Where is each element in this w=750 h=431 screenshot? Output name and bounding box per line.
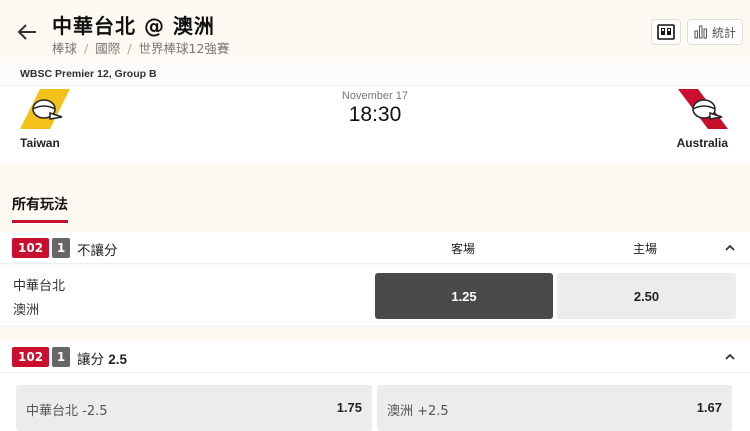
scoreboard-icon <box>657 24 675 40</box>
handicap-button-home[interactable]: 澳洲 +2.5 1.67 <box>377 385 732 431</box>
breadcrumb: 棒球 / 國際 / 世界棒球12強賽 <box>52 41 230 56</box>
column-label-home: 主場 <box>632 242 657 256</box>
league-name: WBSC Premier 12, Group B <box>0 62 750 86</box>
odds-value: 1.67 <box>696 400 722 415</box>
odds-value: 1.75 <box>336 400 362 415</box>
page-title: 中華台北 @ 澳洲 <box>52 14 215 38</box>
handicap-button-away[interactable]: 中華台北 -2.5 1.75 <box>16 385 372 431</box>
market-line-value: 2.5 <box>108 352 128 367</box>
market-title: 不讓分 <box>77 243 118 259</box>
breadcrumb-item-competition[interactable]: 世界棒球12強賽 <box>138 41 229 56</box>
tab-all-markets[interactable]: 所有玩法 <box>12 194 68 223</box>
column-label-away: 客場 <box>450 242 475 256</box>
chevron-up-icon[interactable] <box>724 242 736 254</box>
handicap-label: 澳洲 +2.5 <box>387 404 449 419</box>
match-date: November 17 <box>341 90 409 102</box>
market-title: 讓分 2.5 <box>77 348 127 368</box>
bar-chart-icon <box>694 25 707 39</box>
market-code-badge: 102 <box>12 347 50 367</box>
odds-value: 2.50 <box>633 288 660 304</box>
market-title-text: 讓分 <box>77 352 104 368</box>
market-row-moneyline: 中華台北 澳洲 1.25 2.50 <box>0 265 750 327</box>
market-row-handicap: 中華台北 -2.5 1.75 澳洲 +2.5 1.67 <box>0 373 750 431</box>
stats-label: 統計 <box>711 25 736 40</box>
back-arrow-icon[interactable] <box>16 22 38 42</box>
home-team-label: 澳洲 <box>13 303 40 318</box>
odds-value: 1.25 <box>451 288 477 304</box>
odds-button-away[interactable]: 1.25 <box>375 273 553 319</box>
market-header-moneyline[interactable]: 102 1 不讓分 客場 主場 <box>0 232 750 264</box>
market-count-badge: 1 <box>52 238 70 258</box>
market-code-badge: 102 <box>12 238 50 258</box>
stats-button[interactable]: 統計 <box>687 19 743 45</box>
market-count-badge: 1 <box>52 347 70 367</box>
scoreboard-button[interactable] <box>651 19 681 45</box>
breadcrumb-item-region[interactable]: 國際 <box>95 41 120 56</box>
odds-button-home[interactable]: 2.50 <box>557 273 736 319</box>
match-time: 18:30 <box>348 103 402 126</box>
away-team-label: 中華台北 <box>13 279 66 294</box>
page-header: 中華台北 @ 澳洲 棒球 / 國際 / 世界棒球12強賽 統計 <box>0 0 750 62</box>
breadcrumb-item-sport[interactable]: 棒球 <box>52 41 77 56</box>
chevron-up-icon[interactable] <box>724 351 736 363</box>
home-team-name: Taiwan <box>20 136 60 150</box>
handicap-label: 中華台北 -2.5 <box>26 404 108 419</box>
market-header-handicap[interactable]: 102 1 讓分 2.5 <box>0 341 750 373</box>
away-team-name: Australia <box>676 136 728 150</box>
